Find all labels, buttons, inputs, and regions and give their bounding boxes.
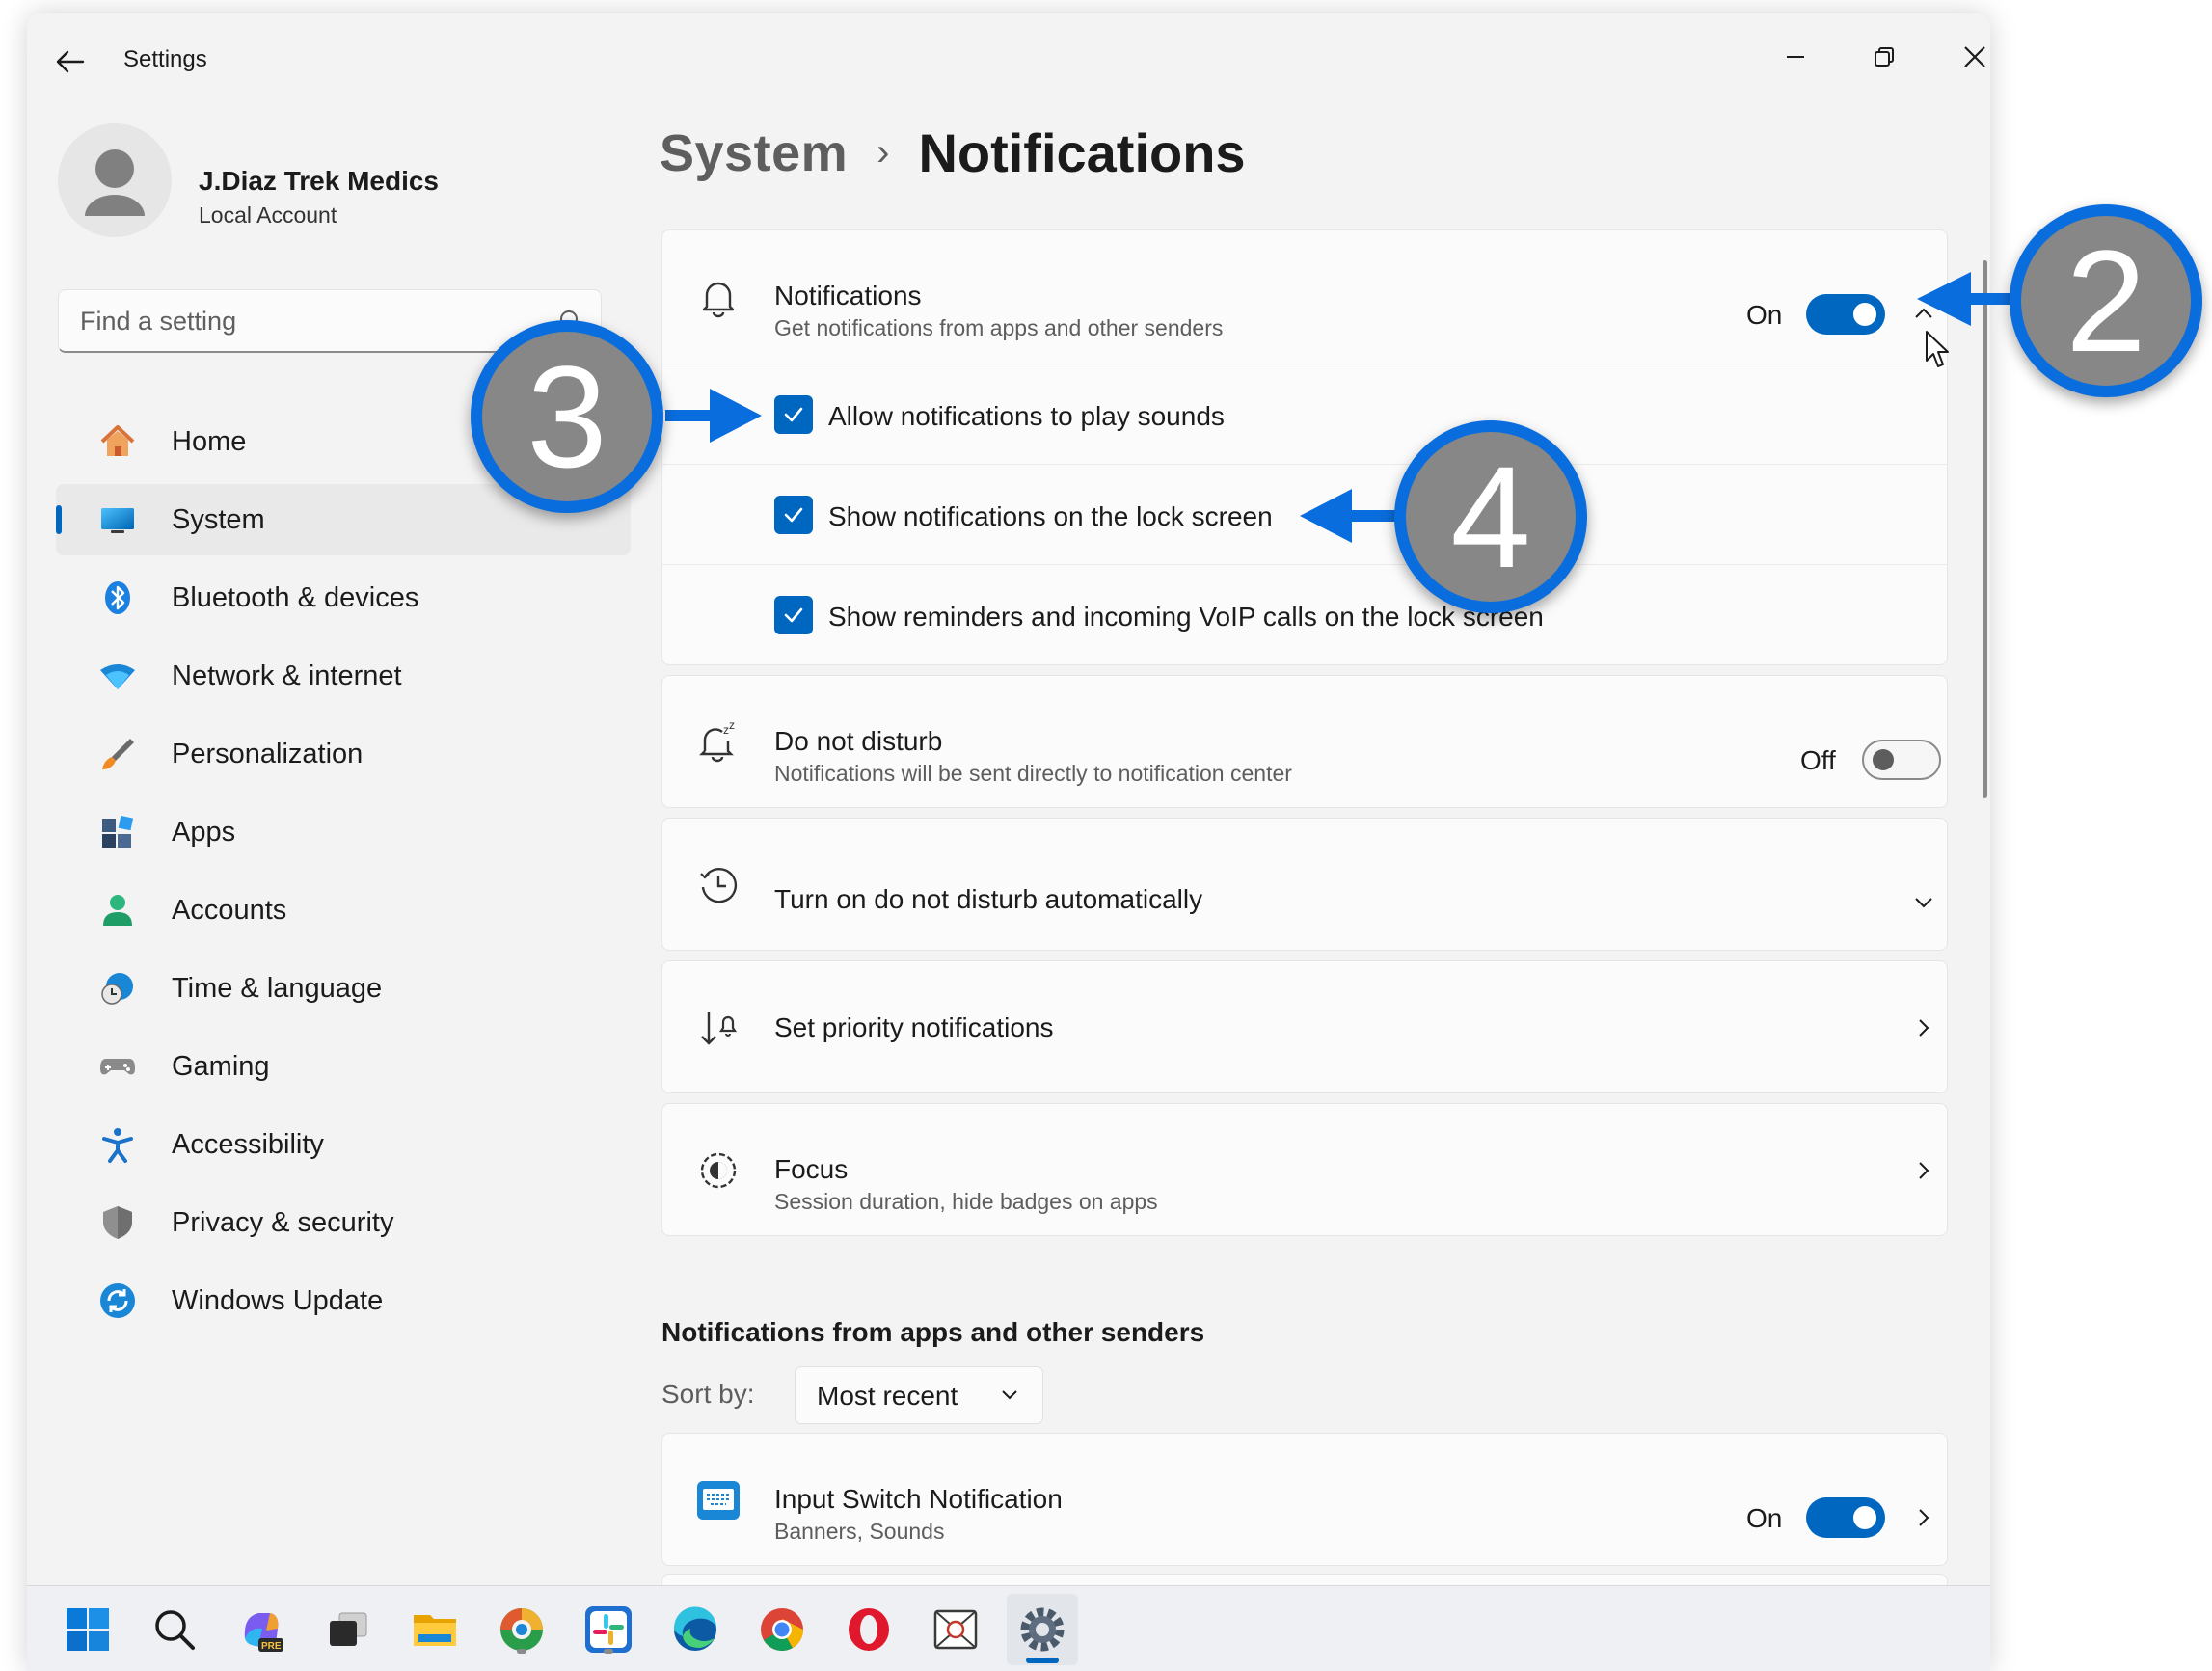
- annotation-number: 2: [2065, 220, 2146, 382]
- screenshot-root: Settings J.Diaz Trek Medics Local Accoun…: [0, 0, 2212, 1671]
- annotation-arrow-4: [1300, 489, 1402, 543]
- annotation-number: 4: [1450, 436, 1531, 598]
- annotation-arrow-3: [665, 389, 762, 443]
- annotation-badge-2: 2: [2010, 204, 2202, 397]
- annotation-badge-3: 3: [471, 320, 663, 513]
- mouse-cursor-icon: [1926, 331, 1949, 367]
- annotation-arrows: [665, 272, 2029, 543]
- annotation-number: 3: [526, 336, 607, 498]
- annotation-badge-4: 4: [1394, 420, 1587, 613]
